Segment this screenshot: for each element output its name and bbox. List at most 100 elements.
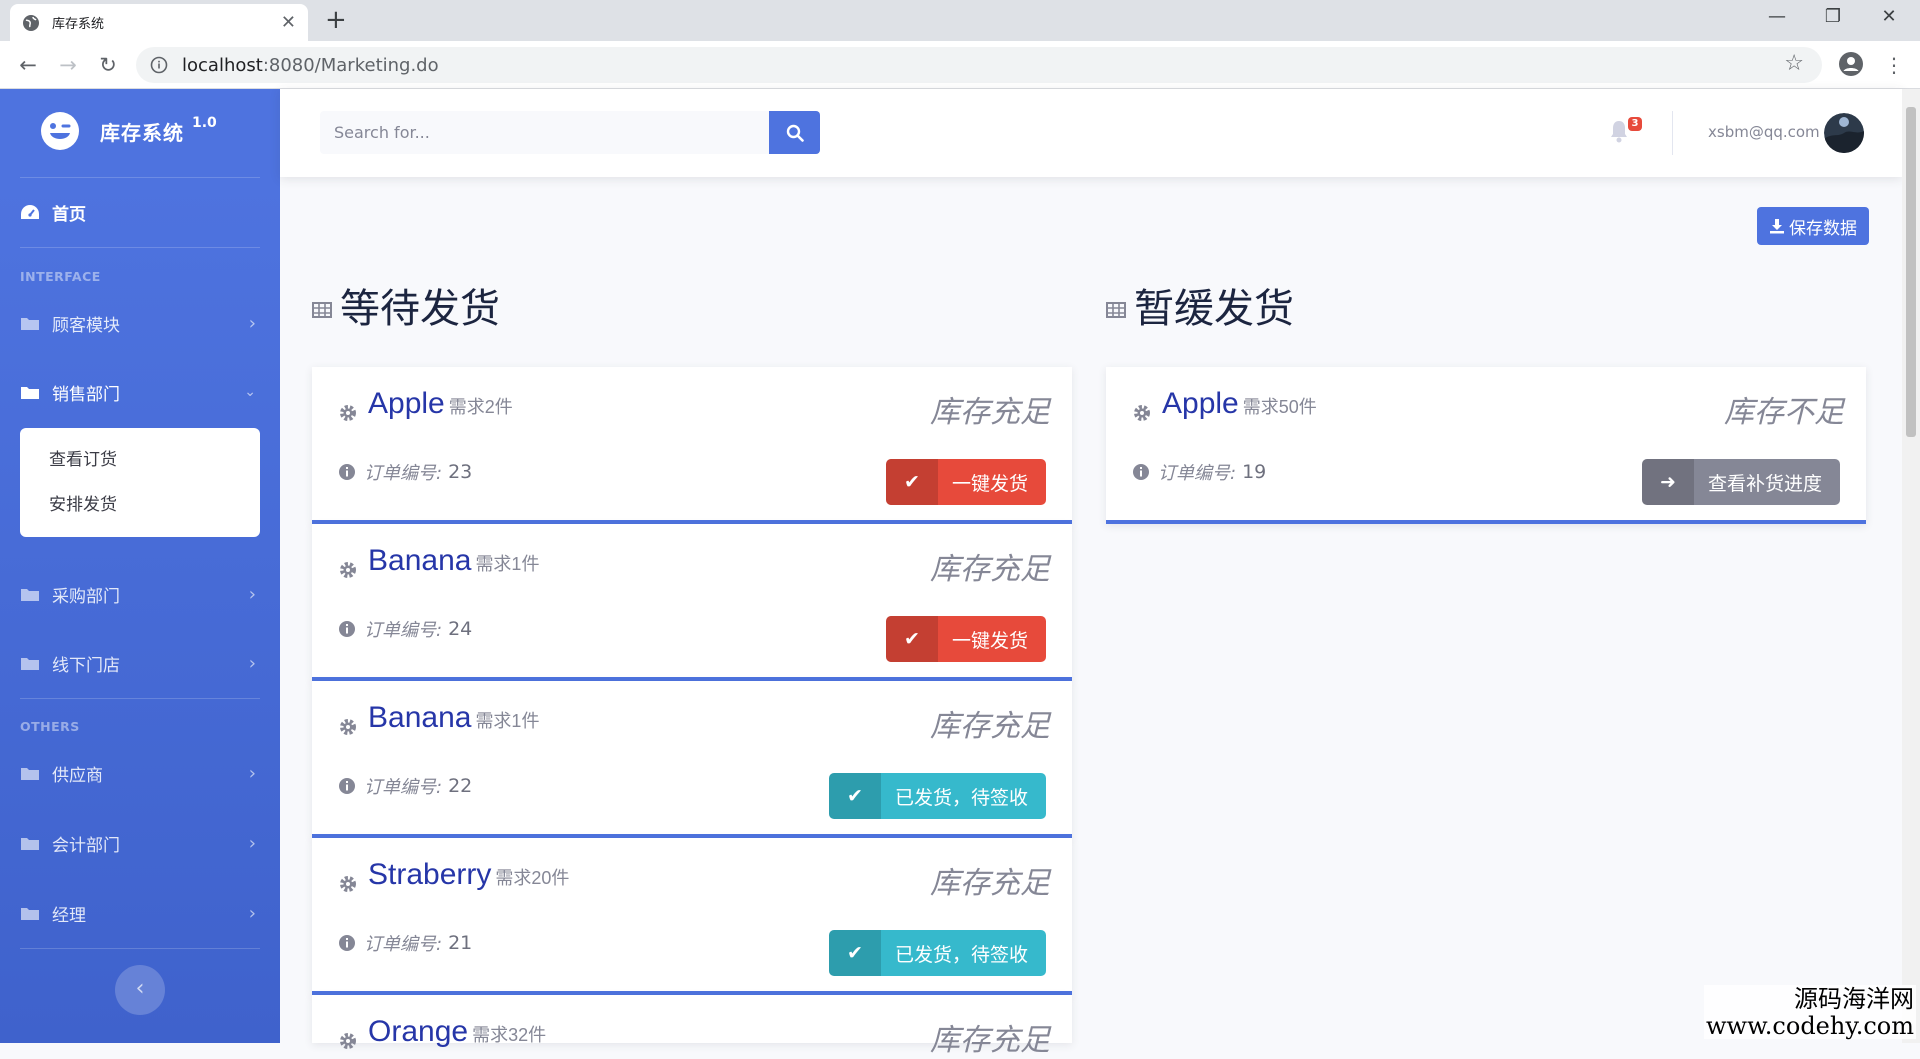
delayed-title: 暂缓发货 xyxy=(1134,286,1294,332)
check-icon: ✔ xyxy=(885,459,938,505)
order-card: Straberry 需求20件 库存充足 订单编号: 21 ✔ 已发货，待签收 xyxy=(312,838,1072,995)
order-number-label: 订单编号: xyxy=(364,620,443,641)
order-card: Banana 需求1件 库存充足 订单编号: 22 ✔ 已发货，待签收 xyxy=(312,681,1072,838)
profile-icon[interactable] xyxy=(1838,51,1864,77)
close-window-icon[interactable]: ✕ xyxy=(1874,6,1904,34)
laugh-wink-icon xyxy=(41,112,79,150)
stock-status: 库存充足 xyxy=(930,552,1050,587)
shipped-awaiting-button[interactable]: ✔ 已发货，待签收 xyxy=(828,930,1046,976)
order-number-label: 订单编号: xyxy=(364,463,443,484)
order-info: 订单编号: 21 xyxy=(338,930,472,956)
user-email[interactable]: xsbm@qq.com xyxy=(1708,123,1820,141)
search-icon xyxy=(786,124,804,142)
sidebar-item-home[interactable]: 首页 xyxy=(20,190,260,234)
url-path: :8080/Marketing.do xyxy=(262,54,439,76)
search-button[interactable] xyxy=(769,111,820,154)
scrollbar-thumb[interactable] xyxy=(1906,107,1916,437)
sidebar-item-label: 顾客模块 xyxy=(52,315,120,336)
order-number: 23 xyxy=(448,461,473,483)
sidebar-item-sales[interactable]: 销售部门 ⌄ xyxy=(20,370,260,414)
cog-icon xyxy=(1134,405,1150,421)
shipped-awaiting-button[interactable]: ✔ 已发货，待签收 xyxy=(828,773,1046,819)
submenu-item-arrange-shipping[interactable]: 安排发货 xyxy=(20,483,260,528)
arrow-right-icon: ➜ xyxy=(1641,459,1694,505)
sidebar-item-label: 会计部门 xyxy=(52,835,120,856)
shipped-button-label: 已发货，待签收 xyxy=(894,786,1028,809)
browser-menu-icon[interactable]: ⋮ xyxy=(1884,49,1904,81)
globe-icon xyxy=(23,14,39,31)
folder-open-icon xyxy=(21,387,39,399)
restock-progress-button[interactable]: ➜ 查看补货进度 xyxy=(1641,459,1840,505)
ship-now-button[interactable]: ✔ 一键发货 xyxy=(885,616,1046,662)
info-circle-icon xyxy=(1133,464,1149,480)
quantity-needed: 需求1件 xyxy=(475,711,540,731)
forward-icon[interactable]: → xyxy=(54,51,82,79)
folder-icon xyxy=(21,908,39,920)
stock-status: 库存充足 xyxy=(930,866,1050,901)
chevron-right-icon: › xyxy=(248,832,256,854)
product-name: Straberry 需求20件 xyxy=(368,858,570,891)
save-button-label: 保存数据 xyxy=(1789,218,1857,239)
sidebar-item-purchasing[interactable]: 采购部门 › xyxy=(20,572,260,616)
cog-icon xyxy=(340,405,356,421)
browser-tab-strip: 库存系统 ✕ + — ❐ ✕ xyxy=(0,0,1920,41)
alert-count-badge: 3 xyxy=(1628,117,1642,131)
order-number: 21 xyxy=(448,932,473,954)
sidebar-divider xyxy=(20,247,260,248)
stock-status: 库存充足 xyxy=(930,395,1050,430)
quantity-needed: 需求32件 xyxy=(472,1025,547,1045)
sidebar-item-accounting[interactable]: 会计部门 › xyxy=(20,821,260,865)
page-scrollbar[interactable] xyxy=(1902,89,1920,1043)
chevron-right-icon: › xyxy=(248,583,256,605)
cog-icon xyxy=(340,562,356,578)
new-tab-button[interactable]: + xyxy=(325,6,347,34)
quantity-needed: 需求50件 xyxy=(1242,397,1317,417)
section-heading-others: OTHERS xyxy=(20,719,80,734)
shipped-button-label: 已发货，待签收 xyxy=(894,943,1028,966)
chevron-right-icon: › xyxy=(248,762,256,784)
product-name: Banana 需求1件 xyxy=(368,701,540,734)
sidebar-item-customers[interactable]: 顾客模块 › xyxy=(20,301,260,345)
sidebar-item-label: 供应商 xyxy=(52,765,103,786)
sidebar-item-suppliers[interactable]: 供应商 › xyxy=(20,751,260,795)
restore-icon[interactable]: ❐ xyxy=(1818,6,1848,34)
folder-icon xyxy=(21,589,39,601)
search-form xyxy=(320,111,820,154)
address-bar[interactable]: localhost:8080/Marketing.do ☆ xyxy=(136,47,1822,83)
brand[interactable]: 库存系统 1.0 xyxy=(40,111,217,151)
back-icon[interactable]: ← xyxy=(14,51,42,79)
minimize-icon[interactable]: — xyxy=(1762,6,1792,34)
sidebar-toggle-button[interactable]: ‹ xyxy=(115,965,165,1015)
sidebar-divider xyxy=(20,177,260,178)
quantity-needed: 需求2件 xyxy=(448,397,513,417)
table-icon xyxy=(312,302,332,318)
order-number: 22 xyxy=(448,775,473,797)
user-avatar[interactable] xyxy=(1824,113,1864,153)
bookmark-star-icon[interactable]: ☆ xyxy=(1784,51,1804,76)
bell-icon[interactable] xyxy=(1608,119,1630,143)
submenu-item-view-orders[interactable]: 查看订货 xyxy=(20,438,260,483)
check-icon: ✔ xyxy=(828,930,881,976)
close-tab-icon[interactable]: ✕ xyxy=(281,12,296,33)
info-circle-icon xyxy=(339,464,355,480)
chevron-right-icon: › xyxy=(248,312,256,334)
folder-icon xyxy=(21,768,39,780)
topbar-divider xyxy=(1672,111,1673,155)
pending-section-title: 等待发货 xyxy=(312,276,500,334)
ship-now-button[interactable]: ✔ 一键发货 xyxy=(885,459,1046,505)
search-input[interactable] xyxy=(320,111,769,154)
pending-title: 等待发货 xyxy=(340,286,500,332)
watermark-line1: 源码海洋网 xyxy=(1794,985,1914,1013)
browser-tab[interactable]: 库存系统 ✕ xyxy=(10,4,308,41)
brand-name: 库存系统 xyxy=(100,122,184,145)
save-data-button[interactable]: 保存数据 xyxy=(1757,207,1869,245)
sidebar-item-stores[interactable]: 线下门店 › xyxy=(20,641,260,685)
site-info-icon[interactable] xyxy=(150,56,168,74)
sidebar-item-manager[interactable]: 经理 › xyxy=(20,891,260,935)
info-circle-icon xyxy=(339,621,355,637)
sidebar-item-label: 线下门店 xyxy=(52,655,120,676)
ship-button-label: 一键发货 xyxy=(951,472,1028,495)
reload-icon[interactable]: ↻ xyxy=(94,51,122,79)
chevron-right-icon: › xyxy=(248,902,256,924)
browser-toolbar: ← → ↻ localhost:8080/Marketing.do ☆ ⋮ xyxy=(0,41,1920,89)
